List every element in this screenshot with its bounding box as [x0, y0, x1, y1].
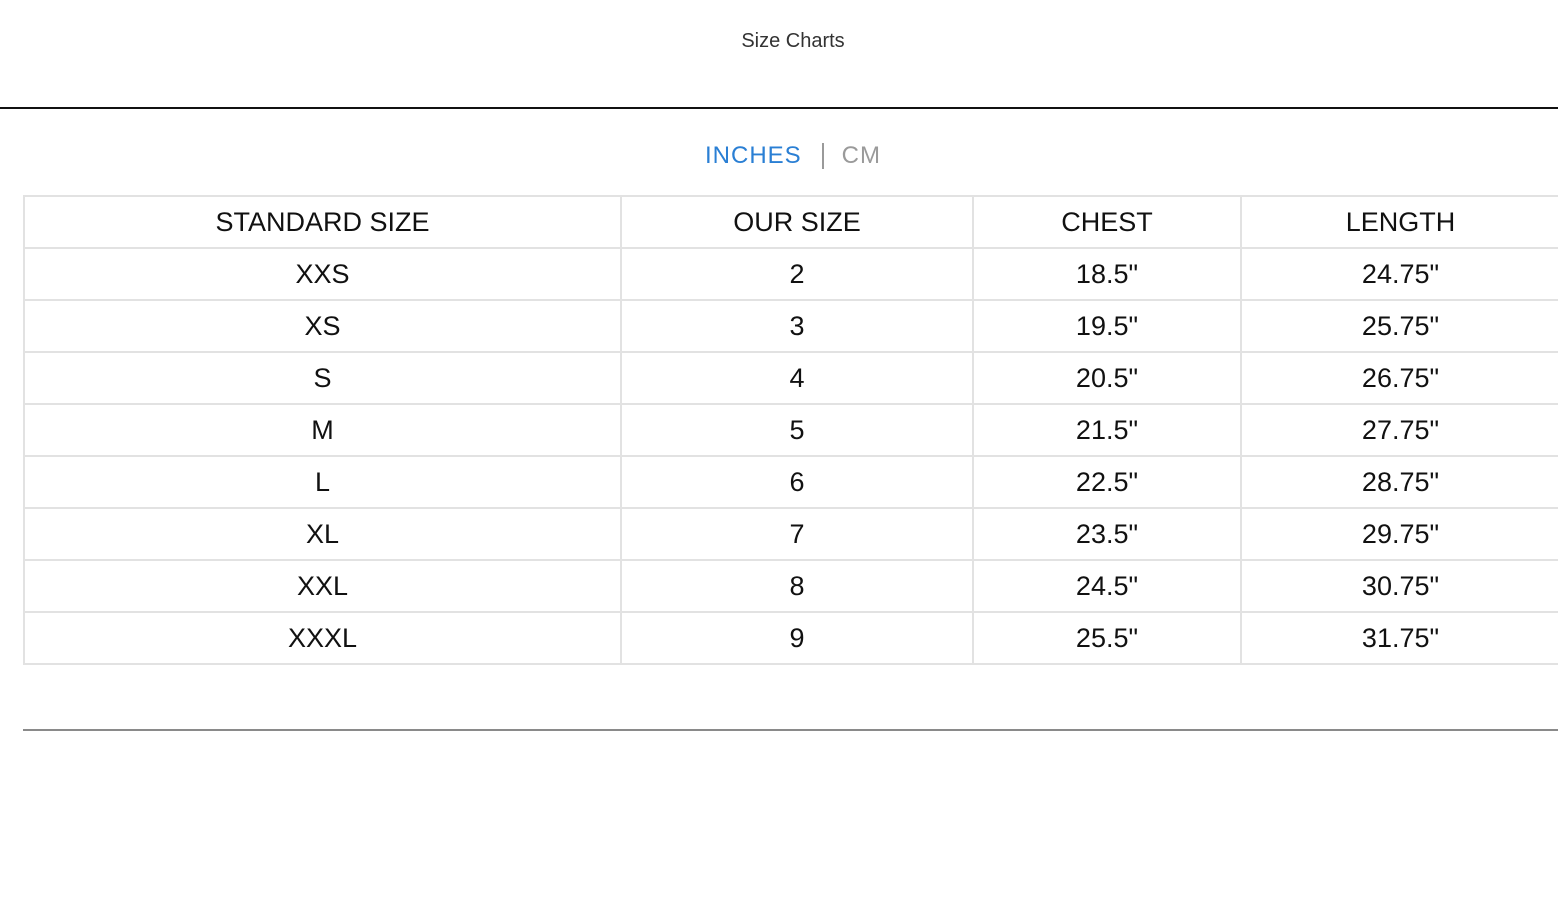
cell-standard-size: XS [23, 299, 622, 353]
table-row: XXXL 9 25.5" 31.75" [23, 611, 1558, 665]
table-row: M 5 21.5" 27.75" [23, 403, 1558, 457]
cell-our-size: 2 [620, 247, 974, 301]
column-header-chest: CHEST [972, 195, 1242, 249]
cell-chest: 25.5" [972, 611, 1242, 665]
cell-chest: 23.5" [972, 507, 1242, 561]
cell-our-size: 4 [620, 351, 974, 405]
cell-chest: 19.5" [972, 299, 1242, 353]
cell-our-size: 5 [620, 403, 974, 457]
cell-length: 26.75" [1240, 351, 1558, 405]
cell-length: 27.75" [1240, 403, 1558, 457]
header-divider [0, 107, 1558, 109]
cell-standard-size: XXXL [23, 611, 622, 665]
cell-standard-size: M [23, 403, 622, 457]
unit-option-cm[interactable]: CM [842, 142, 881, 170]
cell-chest: 18.5" [972, 247, 1242, 301]
cell-our-size: 9 [620, 611, 974, 665]
cell-length: 25.75" [1240, 299, 1558, 353]
cell-chest: 21.5" [972, 403, 1242, 457]
table-row: XXS 2 18.5" 24.75" [23, 247, 1558, 301]
table-row: S 4 20.5" 26.75" [23, 351, 1558, 405]
cell-length: 28.75" [1240, 455, 1558, 509]
cell-standard-size: XXS [23, 247, 622, 301]
footer-divider [23, 729, 1558, 731]
column-header-our-size: OUR SIZE [620, 195, 974, 249]
table-header-row: STANDARD SIZE OUR SIZE CHEST LENGTH [23, 195, 1558, 249]
table-row: L 6 22.5" 28.75" [23, 455, 1558, 509]
cell-standard-size: XL [23, 507, 622, 561]
cell-standard-size: S [23, 351, 622, 405]
cell-chest: 20.5" [972, 351, 1242, 405]
table-row: XXL 8 24.5" 30.75" [23, 559, 1558, 613]
cell-our-size: 6 [620, 455, 974, 509]
size-chart-page: Size Charts INCHES CM STANDARD SIZE OUR S… [0, 0, 1558, 904]
unit-toggle: INCHES CM [0, 141, 1558, 170]
cell-length: 24.75" [1240, 247, 1558, 301]
table-row: XS 3 19.5" 25.75" [23, 299, 1558, 353]
size-table: STANDARD SIZE OUR SIZE CHEST LENGTH XXS … [23, 195, 1558, 665]
cell-our-size: 3 [620, 299, 974, 353]
cell-length: 31.75" [1240, 611, 1558, 665]
unit-option-inches[interactable]: INCHES [705, 142, 802, 170]
cell-standard-size: L [23, 455, 622, 509]
cell-standard-size: XXL [23, 559, 622, 613]
table-row: XL 7 23.5" 29.75" [23, 507, 1558, 561]
cell-chest: 24.5" [972, 559, 1242, 613]
column-header-length: LENGTH [1240, 195, 1558, 249]
cell-length: 30.75" [1240, 559, 1558, 613]
cell-our-size: 8 [620, 559, 974, 613]
cell-length: 29.75" [1240, 507, 1558, 561]
cell-our-size: 7 [620, 507, 974, 561]
unit-separator [821, 142, 824, 169]
cell-chest: 22.5" [972, 455, 1242, 509]
page-title: Size Charts [741, 30, 845, 52]
column-header-standard-size: STANDARD SIZE [23, 195, 622, 249]
